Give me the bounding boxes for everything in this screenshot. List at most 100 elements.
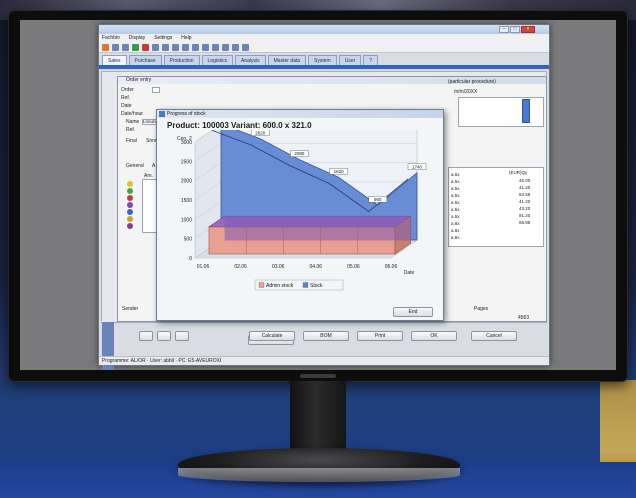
tab-strip: [99, 65, 549, 69]
end-button[interactable]: End: [393, 307, 433, 317]
x-tick-label: 03.06: [272, 264, 285, 270]
nav-prev-button[interactable]: [157, 331, 171, 341]
grid-code: a.5x: [451, 200, 460, 205]
status-bullet-icon: [127, 209, 133, 215]
tab-general[interactable]: General: [126, 163, 144, 169]
save-icon[interactable]: [122, 43, 129, 51]
delete-icon[interactable]: [142, 43, 149, 51]
monitor-screen: – □ × Fachbio Display Settings Help Sale…: [20, 20, 616, 370]
data-label: 1620: [334, 169, 345, 174]
tab-logistics[interactable]: Logistics: [201, 55, 233, 65]
cancel-button[interactable]: Cancel: [471, 331, 517, 341]
date-hour-label: Date/hour: [121, 111, 143, 117]
data-label: 900: [374, 197, 382, 202]
module-tabs: Sales Purchase Production Logistics Anal…: [99, 55, 549, 65]
x-tick-label: 06.06: [385, 264, 398, 270]
print-icon[interactable]: [152, 43, 159, 51]
menu-item[interactable]: Settings: [154, 35, 172, 41]
filter-icon[interactable]: [212, 43, 219, 51]
price-cell: 83.56: [519, 192, 531, 197]
print-button[interactable]: Print: [357, 331, 403, 341]
search-icon[interactable]: [162, 43, 169, 51]
sort-up-icon[interactable]: [222, 43, 229, 51]
monitor-stand-neck: [290, 381, 346, 453]
y-tick-label: 1000: [181, 217, 192, 223]
ok-button[interactable]: OK: [411, 331, 457, 341]
x-axis-label: Date: [404, 270, 415, 276]
status-bar: Programme: AL/OR · User: abbil · PC: E5-…: [99, 356, 549, 365]
sort-down-icon[interactable]: [232, 43, 239, 51]
grid-code: a.8x: [451, 235, 460, 240]
menu-item[interactable]: Display: [129, 35, 145, 41]
menu-item[interactable]: Help: [181, 35, 191, 41]
info-panel: [458, 97, 544, 127]
order-label: Order: [121, 87, 134, 93]
calculate-button[interactable]: Calculate: [249, 331, 295, 341]
nav-next-button[interactable]: [175, 331, 189, 341]
tab-master-data[interactable]: Master data: [267, 55, 307, 65]
name-label: Name: [126, 119, 140, 125]
grid-code: a.5x: [451, 172, 460, 177]
tab-a[interactable]: A: [152, 163, 155, 169]
settings-icon[interactable]: [242, 43, 249, 51]
tab-production[interactable]: Production: [163, 55, 200, 65]
stock-chart: 050010001500200025003000Cen. 23000262020…: [177, 130, 427, 291]
tab-user[interactable]: User: [338, 55, 362, 65]
pages-label: Pages: [474, 306, 489, 312]
grid-code: a.5x: [451, 179, 460, 184]
progress-dialog: Progress of stock Product: 100003 Varian…: [156, 109, 444, 321]
y-axis-label: Cen. 2: [177, 136, 192, 142]
y-tick-label: 500: [184, 237, 193, 243]
maximize-button[interactable]: □: [510, 26, 520, 33]
grid-code: a.8x: [451, 221, 460, 226]
first-record-icon[interactable]: [172, 43, 179, 51]
close-button[interactable]: ×: [521, 26, 535, 33]
y-tick-label: 0: [189, 256, 192, 262]
nav-first-button[interactable]: [139, 331, 153, 341]
tab-sales[interactable]: Sales: [102, 55, 127, 65]
bom-button[interactable]: BOM: [303, 331, 349, 341]
order-field[interactable]: [152, 87, 160, 93]
price-cell: 43.20: [519, 206, 531, 211]
y-tick-label: 2000: [181, 179, 192, 185]
open-icon[interactable]: [112, 43, 119, 51]
data-label: 2080: [294, 151, 305, 156]
date-label: Date: [121, 103, 132, 109]
legend-swatch: [302, 282, 309, 288]
chart-heading: Product: 100003 Variant: 600.0 x 321.0: [167, 121, 312, 130]
previous-record-icon[interactable]: [182, 43, 189, 51]
price-grid[interactable]: (EUR)Qy a.5x a.5x a.5x a.5x a.5x a.5x a.…: [448, 167, 544, 247]
monitor-stand-rim: [178, 468, 460, 482]
price-cell: 45.00: [519, 178, 531, 183]
refresh-icon[interactable]: [132, 43, 139, 51]
tab-help[interactable]: ?: [363, 55, 379, 65]
x-tick-label: 01.06: [197, 264, 210, 270]
data-label: 2620: [255, 130, 266, 135]
tab-system[interactable]: System: [308, 55, 337, 65]
next-record-icon[interactable]: [192, 43, 199, 51]
menu-bar: Fachbio Display Settings Help: [99, 34, 549, 42]
status-bullet-icon: [127, 181, 133, 187]
tab-analysis[interactable]: Analysis: [235, 55, 266, 65]
x-tick-label: 04.06: [310, 264, 323, 270]
price-cell: 91.20: [519, 213, 531, 218]
price-cell: 41.20: [519, 199, 531, 204]
legend-swatch: [258, 282, 265, 288]
legend-label: Admin stock: [266, 283, 294, 289]
scroll-thumb[interactable]: [522, 99, 530, 123]
toolbar: [99, 42, 549, 53]
tab-purchase[interactable]: Purchase: [128, 55, 162, 65]
minimize-button[interactable]: –: [499, 26, 509, 33]
menu-item[interactable]: Fachbio: [102, 35, 120, 41]
price-cell: 65.95: [519, 220, 531, 225]
grid-code: a.8x: [451, 228, 460, 233]
status-bullet-icon: [127, 202, 133, 208]
y-tick-label: 2500: [181, 159, 192, 165]
status-bullet-icon: [127, 188, 133, 194]
procedure-subheader: m/m/20XX: [454, 89, 478, 95]
new-icon[interactable]: [102, 43, 109, 51]
dialog-title: Progress of stock: [157, 110, 443, 118]
x-tick-label: 02.06: [234, 264, 247, 270]
ref2-label: Ref.: [126, 127, 136, 133]
last-record-icon[interactable]: [202, 43, 209, 51]
